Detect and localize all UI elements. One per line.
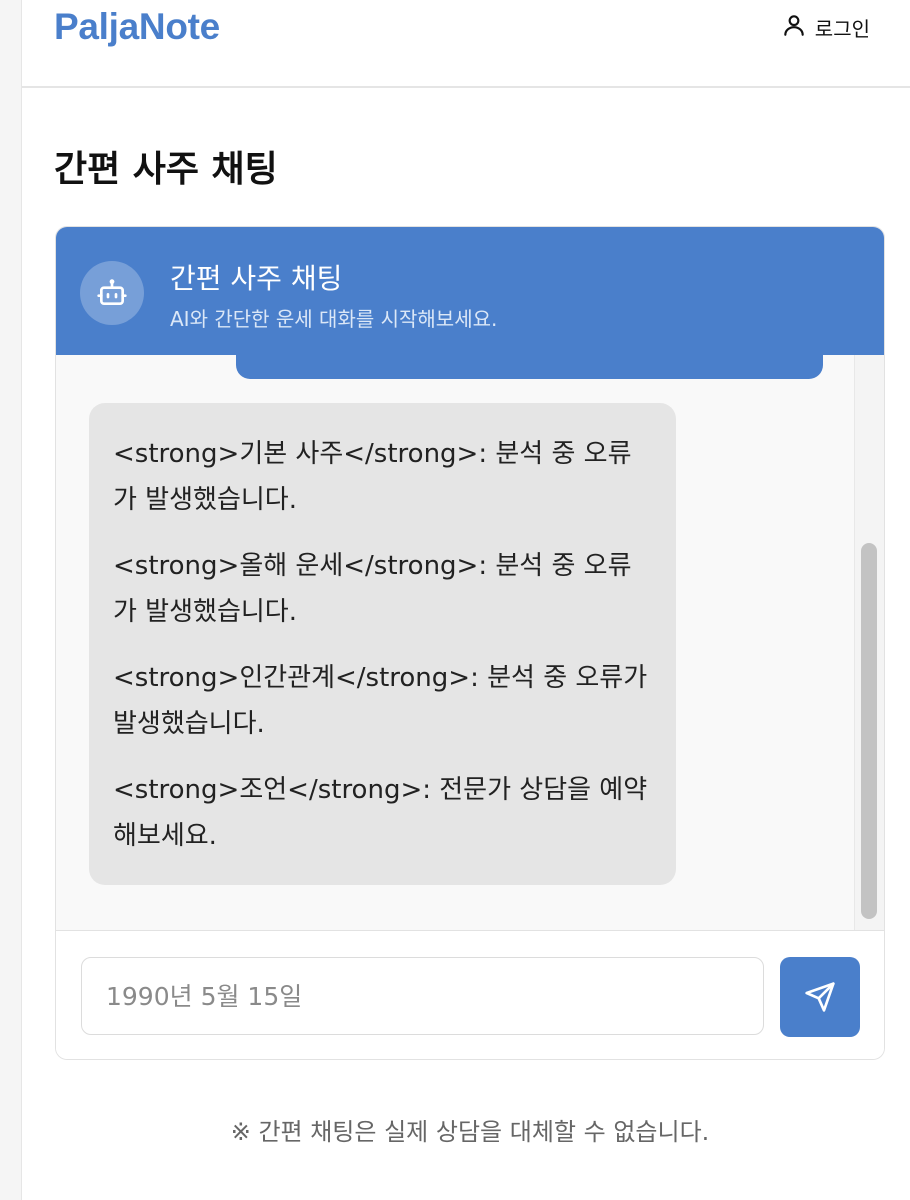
top-header: PaljaNote 로그인 <box>22 0 910 88</box>
chat-subtitle: AI와 간단한 운세 대화를 시작해보세요. <box>170 307 498 331</box>
scrollbar[interactable] <box>854 355 884 930</box>
send-icon <box>805 982 835 1012</box>
disclaimer: ※ 간편 채팅은 실제 상담을 대체할 수 없습니다. <box>230 1118 710 1146</box>
login-label: 로그인 <box>814 17 870 41</box>
robot-icon <box>97 279 127 305</box>
chat-input[interactable] <box>81 957 764 1035</box>
bot-message-line: <strong>인간관계</strong>: 분석 중 오류가 발생했습니다. <box>113 663 648 739</box>
bot-message-line: <strong>조언</strong>: 전문가 상담을 예약해보세요. <box>113 775 648 851</box>
chat-title: 간편 사주 채팅 <box>170 262 343 295</box>
user-icon <box>781 12 807 43</box>
bot-message-bubble: <strong>기본 사주</strong>: 분석 중 오류가 발생했습니다.… <box>89 403 676 885</box>
chat-header: 간편 사주 채팅 AI와 간단한 운세 대화를 시작해보세요. <box>56 227 884 355</box>
bot-message-line: <strong>기본 사주</strong>: 분석 중 오류가 발생했습니다. <box>113 439 632 515</box>
send-button[interactable] <box>780 957 860 1037</box>
message-list[interactable]: <strong>기본 사주</strong>: 분석 중 오류가 발생했습니다.… <box>56 355 884 931</box>
chat-card: 간편 사주 채팅 AI와 간단한 운세 대화를 시작해보세요. <strong>… <box>55 226 885 1060</box>
user-message-bubble <box>236 355 823 379</box>
bot-avatar <box>80 261 144 325</box>
scrollbar-thumb[interactable] <box>861 543 877 919</box>
input-row <box>56 933 884 1059</box>
login-button[interactable]: 로그인 <box>781 12 870 43</box>
logo[interactable]: PaljaNote <box>54 6 220 48</box>
bot-message-line: <strong>올해 운세</strong>: 분석 중 오류가 발생했습니다. <box>113 551 632 627</box>
page-title: 간편 사주 채팅 <box>54 149 278 190</box>
side-gutter <box>0 0 22 1200</box>
